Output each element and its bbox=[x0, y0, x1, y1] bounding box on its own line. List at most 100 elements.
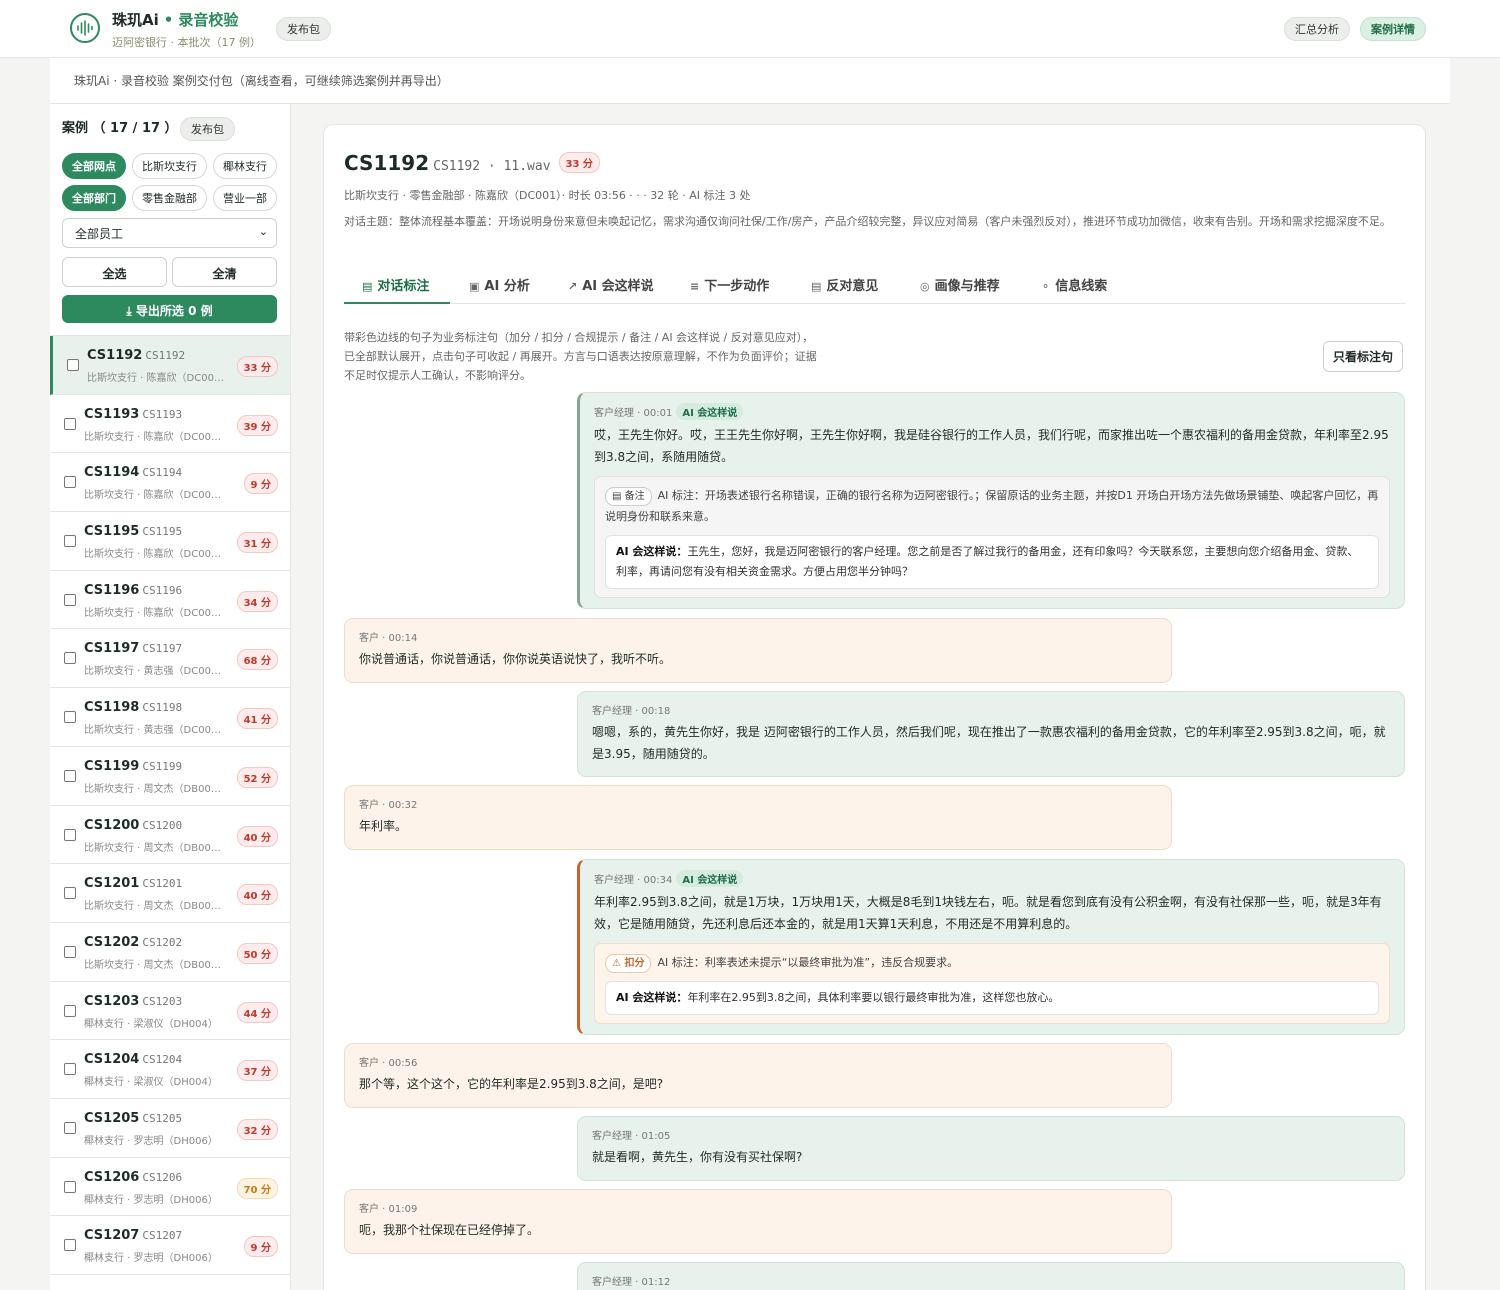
deduction-label-text: 扣分 bbox=[624, 958, 645, 969]
case-list-item[interactable]: CS1194 CS1194 比斯坎支行 · 陈嘉欣（DC001） 9 分 bbox=[50, 453, 290, 513]
case-list-item[interactable]: CS1204 CS1204 椰林支行 · 梁淑仪（DH004） 37 分 bbox=[50, 1040, 290, 1099]
case-title: CS1192 CS1192 · 11.wav 33 分 bbox=[344, 151, 600, 175]
tab-ai-analysis[interactable]: ▣ AI 分析 bbox=[469, 275, 530, 294]
tab-next-actions[interactable]: ≡ 下一步动作 bbox=[690, 275, 769, 294]
message-text: 年利率2.95到3.8之间，就是1万块，1万块用1天，大概是8毛到1块钱左右，呃… bbox=[594, 895, 1382, 931]
case-meta: 比斯坎支行 · 黄志强（DC002） bbox=[84, 725, 224, 737]
lightbulb-icon: ⚬ bbox=[1041, 280, 1051, 293]
dept-chip-all[interactable]: 全部部门 bbox=[62, 185, 126, 211]
case-meta: 比斯坎支行 · 陈嘉欣（DC001） bbox=[87, 373, 227, 384]
case-checkbox[interactable] bbox=[64, 828, 76, 841]
case-meta: 椰林支行 · 梁淑仪（DH004） bbox=[84, 1018, 218, 1030]
sidebar-release-badge: 发布包 bbox=[180, 117, 235, 141]
case-list: CS1192 CS1192 比斯坎支行 · 陈嘉欣（DC001） 33 分 CS1193… bbox=[50, 335, 290, 1275]
message-icon: ▤ bbox=[811, 280, 822, 293]
case-meta: 比斯坎支行 · 周文杰（DB003） bbox=[84, 901, 224, 913]
tab-profile-recommend[interactable]: ◎ 画像与推荐 bbox=[920, 275, 1000, 294]
case-list-item[interactable]: CS1201 CS1201 比斯坎支行 · 周文杰（DB003） 40 分 bbox=[50, 864, 290, 923]
branch-chip-all[interactable]: 全部网点 bbox=[62, 153, 126, 179]
clear-all-button[interactable]: 全清 bbox=[172, 257, 277, 287]
case-meta: 椰林支行 · 罗志明（DH006） bbox=[84, 1253, 218, 1265]
case-checkbox[interactable] bbox=[64, 1121, 76, 1134]
export-selected-button[interactable]: ⤓ 导出所选 0 例 bbox=[62, 295, 277, 323]
case-checkbox[interactable] bbox=[64, 887, 76, 900]
message-agent-0112[interactable]: 客户经理 · 01:12 bbox=[577, 1262, 1405, 1290]
note-label: ▤ 备注 bbox=[605, 487, 652, 506]
case-list-item[interactable]: CS1198 CS1198 比斯坎支行 · 黄志强（DC002） 41 分 bbox=[50, 688, 290, 747]
message-speaker-time: 客户经理 · 00:34 AI 会这样说 bbox=[594, 870, 1390, 887]
tab-label: 下一步动作 bbox=[704, 279, 770, 294]
nav-detail-button[interactable]: 案例详情 bbox=[1360, 17, 1426, 41]
case-score-badge: 31 分 bbox=[236, 532, 278, 554]
message-customer-0109[interactable]: 客户 · 01:09 呃，我那个社保现在已经停掉了。 bbox=[344, 1189, 1172, 1254]
branch-chip-biscayne[interactable]: 比斯坎支行 bbox=[132, 153, 207, 179]
case-checkbox[interactable] bbox=[64, 535, 76, 548]
case-id: CS1193 CS1193 bbox=[84, 407, 182, 422]
employee-select[interactable]: 全部员工 ⌄ bbox=[62, 218, 277, 248]
case-list-item[interactable]: CS1205 CS1205 椰林支行 · 罗志明（DH006） 32 分 bbox=[50, 1099, 290, 1158]
message-speaker-time: 客户 · 00:14 bbox=[359, 633, 418, 644]
tab-label: AI 会这样说 bbox=[582, 279, 654, 294]
ai-say-tag: AI 会这样说 bbox=[676, 870, 744, 887]
case-checkbox[interactable] bbox=[64, 1063, 76, 1076]
case-checkbox[interactable] bbox=[64, 711, 76, 724]
case-checkbox[interactable] bbox=[64, 593, 76, 606]
case-list-item[interactable]: CS1200 CS1200 比斯坎支行 · 周文杰（DB003） 40 分 bbox=[50, 806, 290, 865]
message-agent-0105[interactable]: 客户经理 · 01:05 就是看啊，黄先生，你有没有买社保啊? bbox=[577, 1116, 1405, 1181]
message-agent-0018[interactable]: 客户经理 · 00:18 嗯嗯，系的，黄先生你好，我是 迈阿密银行的工作人员，然… bbox=[577, 691, 1405, 777]
case-list-item[interactable]: CS1197 CS1197 比斯坎支行 · 黄志强（DC002） 68 分 bbox=[50, 629, 290, 689]
case-checkbox[interactable] bbox=[64, 652, 76, 665]
tab-objections[interactable]: ▤ 反对意见 bbox=[811, 275, 878, 294]
case-list-item[interactable]: CS1207 CS1207 椰林支行 · 罗志明（DH006） 9 分 bbox=[50, 1216, 290, 1275]
case-id-text: CS1197 bbox=[84, 641, 140, 657]
branch-chip-coconut[interactable]: 椰林支行 bbox=[213, 153, 277, 179]
case-checkbox[interactable] bbox=[64, 476, 76, 489]
message-text: 就是看啊，黄先生，你有没有买社保啊? bbox=[592, 1150, 803, 1164]
case-list-item[interactable]: CS1206 CS1206 椰林支行 · 罗志明（DH006） 70 分 bbox=[50, 1158, 290, 1217]
tab-info-clues[interactable]: ⚬ 信息线索 bbox=[1041, 275, 1107, 294]
comment-icon: ▤ bbox=[362, 280, 373, 293]
case-id: CS1195 CS1195 bbox=[84, 524, 182, 539]
message-customer-0032[interactable]: 客户 · 00:32 年利率。 bbox=[344, 785, 1172, 850]
case-id-text: CS1198 bbox=[84, 700, 140, 716]
case-checkbox[interactable] bbox=[64, 1004, 76, 1017]
annotation-hint: 带彩色边线的句子为业务标注句（加分 / 扣分 / 合规提示 / 备注 / AI … bbox=[344, 331, 817, 382]
target-icon: ◎ bbox=[920, 280, 930, 293]
message-agent-0034[interactable]: 客户经理 · 00:34 AI 会这样说 年利率2.95到3.8之间，就是1万块，… bbox=[577, 859, 1405, 1035]
only-marked-button[interactable]: 只看标注句 bbox=[1323, 341, 1404, 372]
nav-summary-button[interactable]: 汇总分析 bbox=[1284, 17, 1350, 41]
case-id-text: CS1192 bbox=[87, 348, 143, 363]
select-all-button[interactable]: 全选 bbox=[62, 257, 167, 287]
case-code: CS1196 bbox=[142, 583, 183, 597]
case-checkbox[interactable] bbox=[64, 1239, 76, 1252]
case-checkbox[interactable] bbox=[64, 1180, 76, 1193]
message-agent-0001[interactable]: 客户经理 · 00:01 AI 会这样说 哎，王先生你好。哎，王王先生你好啊，王先… bbox=[577, 392, 1405, 609]
case-list-item[interactable]: CS1193 CS1193 比斯坎支行 · 陈嘉欣（DC001） 39 分 bbox=[50, 395, 290, 454]
case-list-item[interactable]: CS1195 CS1195 比斯坎支行 · 陈嘉欣（DC001） 31 分 bbox=[50, 512, 290, 571]
dept-chip-retail[interactable]: 零售金融部 bbox=[132, 185, 207, 211]
case-checkbox[interactable] bbox=[64, 945, 76, 958]
speaker-time-label: 客户经理 · 00:01 bbox=[594, 408, 673, 419]
active-tab-indicator bbox=[344, 302, 450, 304]
case-id: CS1204 CS1204 bbox=[84, 1052, 182, 1067]
case-list-item[interactable]: CS1192 CS1192 比斯坎支行 · 陈嘉欣（DC001） 33 分 bbox=[50, 336, 290, 395]
case-checkbox[interactable] bbox=[67, 359, 79, 371]
tab-dialog-annotation[interactable]: ▤ 对话标注 bbox=[362, 275, 429, 294]
case-list-item[interactable]: CS1203 CS1203 椰林支行 · 梁淑仪（DH004） 44 分 bbox=[50, 982, 290, 1041]
tab-label: 对话标注 bbox=[377, 279, 430, 294]
message-customer-0014[interactable]: 客户 · 00:14 你说普通话，你说普通话，你你说英语说快了，我听不听。 bbox=[344, 618, 1172, 683]
brand-separator: • bbox=[163, 11, 174, 29]
ai-suggestion-text: 年利率在2.95到3.8之间，具体利率要以银行最终审批为准，这样您也放心。 bbox=[687, 991, 1060, 1004]
case-checkbox[interactable] bbox=[64, 769, 76, 782]
case-checkbox[interactable] bbox=[64, 417, 76, 430]
case-list-item[interactable]: CS1199 CS1199 比斯坎支行 · 周文杰（DB003） 52 分 bbox=[50, 747, 290, 806]
dept-chip-business-one[interactable]: 营业一部 bbox=[213, 185, 277, 211]
case-list-item[interactable]: CS1196 CS1196 比斯坎支行 · 陈嘉欣（DC001） 34 分 bbox=[50, 571, 290, 630]
message-customer-0056[interactable]: 客户 · 00:56 那个等，这个这个，它的年利率是2.95到3.8之间，是吧? bbox=[344, 1043, 1172, 1108]
deduction-label: ⚠ 扣分 bbox=[605, 954, 652, 973]
note-text: AI 标注：开场表述银行名称错误，正确的银行名称为迈阿密银行。；保留原话的业务主… bbox=[605, 489, 1379, 523]
case-list-item[interactable]: CS1202 CS1202 比斯坎支行 · 周文杰（DB003） 50 分 bbox=[50, 923, 290, 982]
case-id-text: CS1201 bbox=[84, 876, 140, 892]
tab-ai-would-say[interactable]: ↗ AI 会这样说 bbox=[568, 275, 654, 294]
case-code: CS1193 bbox=[142, 407, 183, 421]
